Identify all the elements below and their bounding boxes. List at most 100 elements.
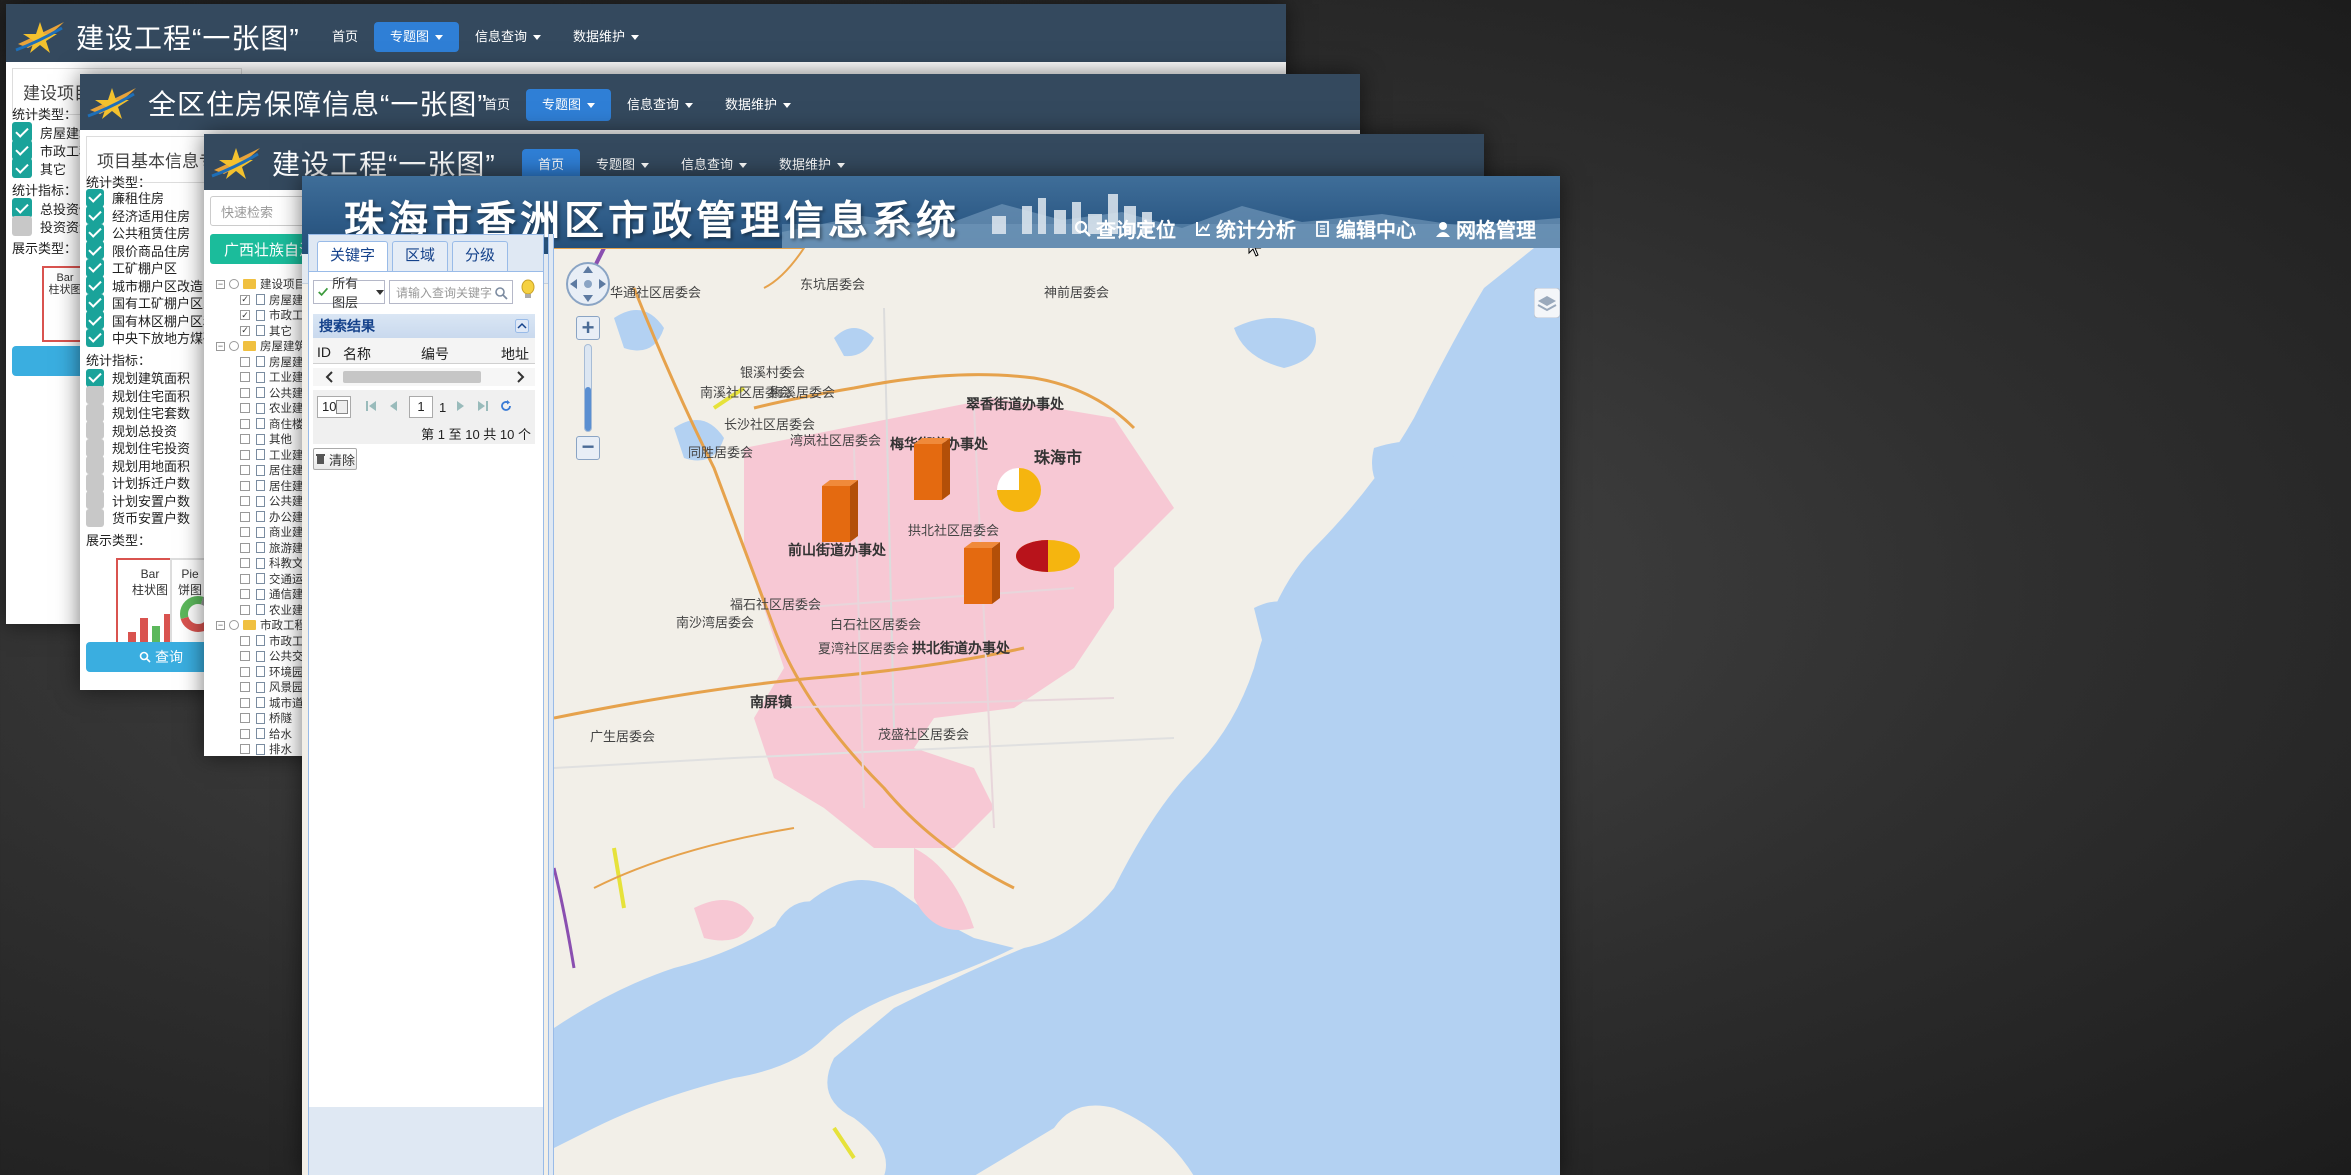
checkbox-unchecked-icon[interactable] (86, 473, 104, 492)
middle-stat-index-7[interactable]: 计划安置户数 (86, 491, 190, 510)
checkbox-checked-icon[interactable] (86, 258, 104, 277)
grid-manage-link[interactable]: 网格管理 (1434, 214, 1536, 243)
checkbox-unchecked-icon[interactable] (240, 496, 250, 506)
layer-select[interactable]: 所有图层 (313, 276, 385, 310)
checkbox-unchecked-icon[interactable] (240, 356, 250, 367)
map-pie-marker[interactable] (1014, 536, 1082, 576)
middle-stat-type-5[interactable]: 城市棚户区改造 (86, 276, 203, 295)
map-area[interactable]: 华通社区居委会 东坑居委会 神前居委会 银溪村委会 南溪社区居委会 梅溪居委会 … (554, 248, 1560, 1175)
middle-nav-home[interactable]: 首页 (468, 86, 526, 124)
middle-stat-index-4[interactable]: 规划住宅投资 (86, 438, 190, 457)
lightbulb-icon[interactable] (519, 279, 537, 301)
checkbox-checked-icon[interactable] (86, 293, 104, 312)
middle-stat-type-0[interactable]: 廉租住房 (86, 188, 164, 207)
next-page-icon[interactable] (455, 400, 467, 412)
back-nav-query[interactable]: 信息查询 (459, 18, 557, 56)
page-size-select[interactable]: 10 (317, 396, 351, 418)
scroll-thumb[interactable] (343, 371, 481, 383)
checkbox-unchecked-icon[interactable] (86, 508, 104, 527)
keyword-input[interactable]: 请输入查询关键字 (389, 280, 513, 304)
zoom-out-button[interactable]: − (576, 436, 600, 460)
checkbox-unchecked-icon[interactable] (240, 465, 250, 475)
checkbox-checked-icon[interactable] (86, 368, 104, 387)
checkbox-unchecked-icon[interactable] (240, 480, 250, 491)
checkbox-checked-icon[interactable]: ✓ (240, 294, 250, 305)
page-number-input[interactable]: 1 (409, 396, 433, 418)
zoom-in-button[interactable]: + (576, 316, 600, 340)
checkbox-unchecked-icon[interactable] (240, 682, 250, 692)
checkbox-checked-icon[interactable] (86, 206, 104, 224)
tree-item[interactable]: 排水 (240, 741, 292, 756)
checkbox-checked-icon[interactable] (12, 158, 32, 178)
checkbox-unchecked-icon[interactable] (86, 421, 104, 439)
map-pie-marker[interactable] (992, 466, 1046, 514)
col-name[interactable]: 名称 (343, 344, 371, 364)
edit-center-link[interactable]: 编辑中心 (1314, 214, 1416, 243)
checkbox-unchecked-icon[interactable] (240, 372, 250, 382)
checkbox-unchecked-icon[interactable] (240, 449, 250, 460)
checkbox-checked-icon[interactable] (12, 140, 32, 160)
checkbox-unchecked-icon[interactable] (240, 728, 250, 739)
middle-stat-type-4[interactable]: 工矿棚户区 (86, 258, 177, 277)
middle-stat-type-3[interactable]: 限价商品住房 (86, 241, 190, 260)
checkbox-checked-icon[interactable] (86, 223, 104, 242)
checkbox-unchecked-icon[interactable] (240, 666, 250, 677)
collapse-icon[interactable]: − (216, 279, 225, 289)
layers-icon[interactable] (1534, 288, 1560, 318)
checkbox-unchecked-icon[interactable] (86, 386, 104, 404)
checkbox-unchecked-icon[interactable] (240, 604, 250, 615)
middle-stat-index-2[interactable]: 规划住宅套数 (86, 403, 190, 422)
tree-item[interactable]: 给水 (240, 726, 292, 742)
checkbox-checked-icon[interactable] (12, 198, 32, 218)
last-page-icon[interactable] (477, 400, 489, 412)
checkbox-unchecked-icon[interactable] (86, 438, 104, 457)
prev-page-icon[interactable] (387, 400, 399, 412)
checkbox-unchecked-icon[interactable] (86, 403, 104, 422)
checkbox-checked-icon[interactable] (86, 328, 104, 347)
checkbox-checked-icon[interactable]: ✓ (240, 325, 250, 336)
checkbox-unchecked-icon[interactable] (12, 216, 32, 236)
checkbox-unchecked-icon[interactable] (240, 589, 250, 599)
tree-item[interactable]: 商住楼 (240, 416, 304, 432)
middle-nav-query[interactable]: 信息查询 (611, 86, 709, 124)
middle-stat-type-1[interactable]: 经济适用住房 (86, 206, 190, 225)
tree-item[interactable]: 桥隧 (240, 710, 292, 726)
checkbox-unchecked-icon[interactable] (240, 635, 250, 646)
clear-button[interactable]: 清除 (313, 448, 357, 470)
radio-icon[interactable] (229, 279, 239, 289)
locate-query-link[interactable]: 查询定位 (1074, 214, 1176, 243)
checkbox-unchecked-icon[interactable] (240, 403, 250, 413)
collapse-icon[interactable] (515, 319, 529, 333)
map-bar-marker[interactable] (964, 540, 1004, 604)
first-page-icon[interactable] (365, 400, 377, 412)
col-address[interactable]: 地址 (501, 344, 529, 364)
collapse-icon[interactable]: − (216, 341, 225, 351)
checkbox-unchecked-icon[interactable] (240, 418, 250, 429)
checkbox-checked-icon[interactable] (86, 241, 104, 259)
map-bar-marker[interactable] (914, 436, 954, 500)
tree-item[interactable]: ✓ 其它 (240, 323, 292, 339)
chevron-right-icon[interactable] (513, 370, 527, 384)
middle-stat-index-1[interactable]: 规划住宅面积 (86, 386, 190, 405)
middle-stat-type-2[interactable]: 公共租赁住房 (86, 223, 190, 242)
col-code[interactable]: 编号 (421, 344, 449, 364)
col-id[interactable]: ID (317, 344, 331, 360)
checkbox-unchecked-icon[interactable] (240, 434, 250, 444)
checkbox-unchecked-icon[interactable] (240, 511, 250, 522)
checkbox-checked-icon[interactable]: ✓ (240, 310, 250, 320)
chevron-left-icon[interactable] (323, 370, 337, 384)
tab-keyword[interactable]: 关键字 (317, 241, 389, 271)
map-bar-marker[interactable] (822, 478, 862, 542)
tab-level[interactable]: 分级 (452, 241, 509, 271)
back-nav-topic[interactable]: 专题图 (374, 22, 460, 52)
stat-analysis-link[interactable]: 统计分析 (1194, 214, 1296, 243)
checkbox-unchecked-icon[interactable] (86, 491, 104, 509)
back-stat-type-2[interactable]: 其它 (12, 158, 66, 178)
checkbox-unchecked-icon[interactable] (240, 542, 250, 553)
checkbox-unchecked-icon[interactable] (240, 744, 250, 754)
tab-region[interactable]: 区域 (392, 241, 449, 271)
checkbox-unchecked-icon[interactable] (240, 558, 250, 568)
middle-stat-index-8[interactable]: 货币安置户数 (86, 508, 190, 527)
checkbox-unchecked-icon[interactable] (240, 573, 250, 584)
collapse-icon[interactable]: − (216, 620, 225, 630)
